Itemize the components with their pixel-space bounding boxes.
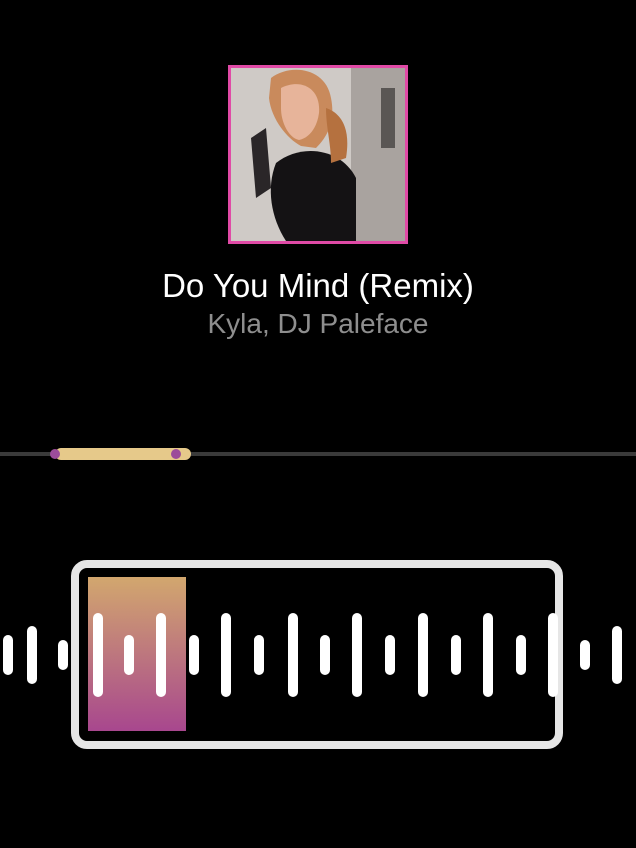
waveform-bar xyxy=(516,635,526,675)
timeline-end-handle[interactable] xyxy=(171,449,181,459)
waveform-bar xyxy=(189,635,199,675)
song-title: Do You Mind (Remix) xyxy=(162,267,474,304)
album-cover-image xyxy=(231,68,405,241)
waveform-bar xyxy=(58,640,68,670)
waveform-bar xyxy=(320,635,330,675)
waveform-bar xyxy=(580,640,590,670)
waveform-bar xyxy=(385,635,395,675)
waveform-bar xyxy=(352,613,362,697)
song-artist: Kyla, DJ Paleface xyxy=(207,308,429,339)
waveform-bar xyxy=(254,635,264,675)
waveform-bar xyxy=(124,635,134,675)
waveform[interactable] xyxy=(0,560,636,750)
waveform-bar xyxy=(612,626,622,684)
album-art xyxy=(228,65,408,244)
waveform-bar xyxy=(451,635,461,675)
waveform-bar xyxy=(418,613,428,697)
waveform-bar xyxy=(3,635,13,675)
waveform-bar xyxy=(221,613,231,697)
waveform-clip-selector[interactable] xyxy=(0,560,636,750)
waveform-bar xyxy=(483,613,493,697)
timeline-start-handle[interactable] xyxy=(50,449,60,459)
waveform-bar xyxy=(288,613,298,697)
waveform-bar xyxy=(27,626,37,684)
waveform-bar xyxy=(548,613,558,697)
waveform-bar xyxy=(156,613,166,697)
waveform-bar xyxy=(93,613,103,697)
